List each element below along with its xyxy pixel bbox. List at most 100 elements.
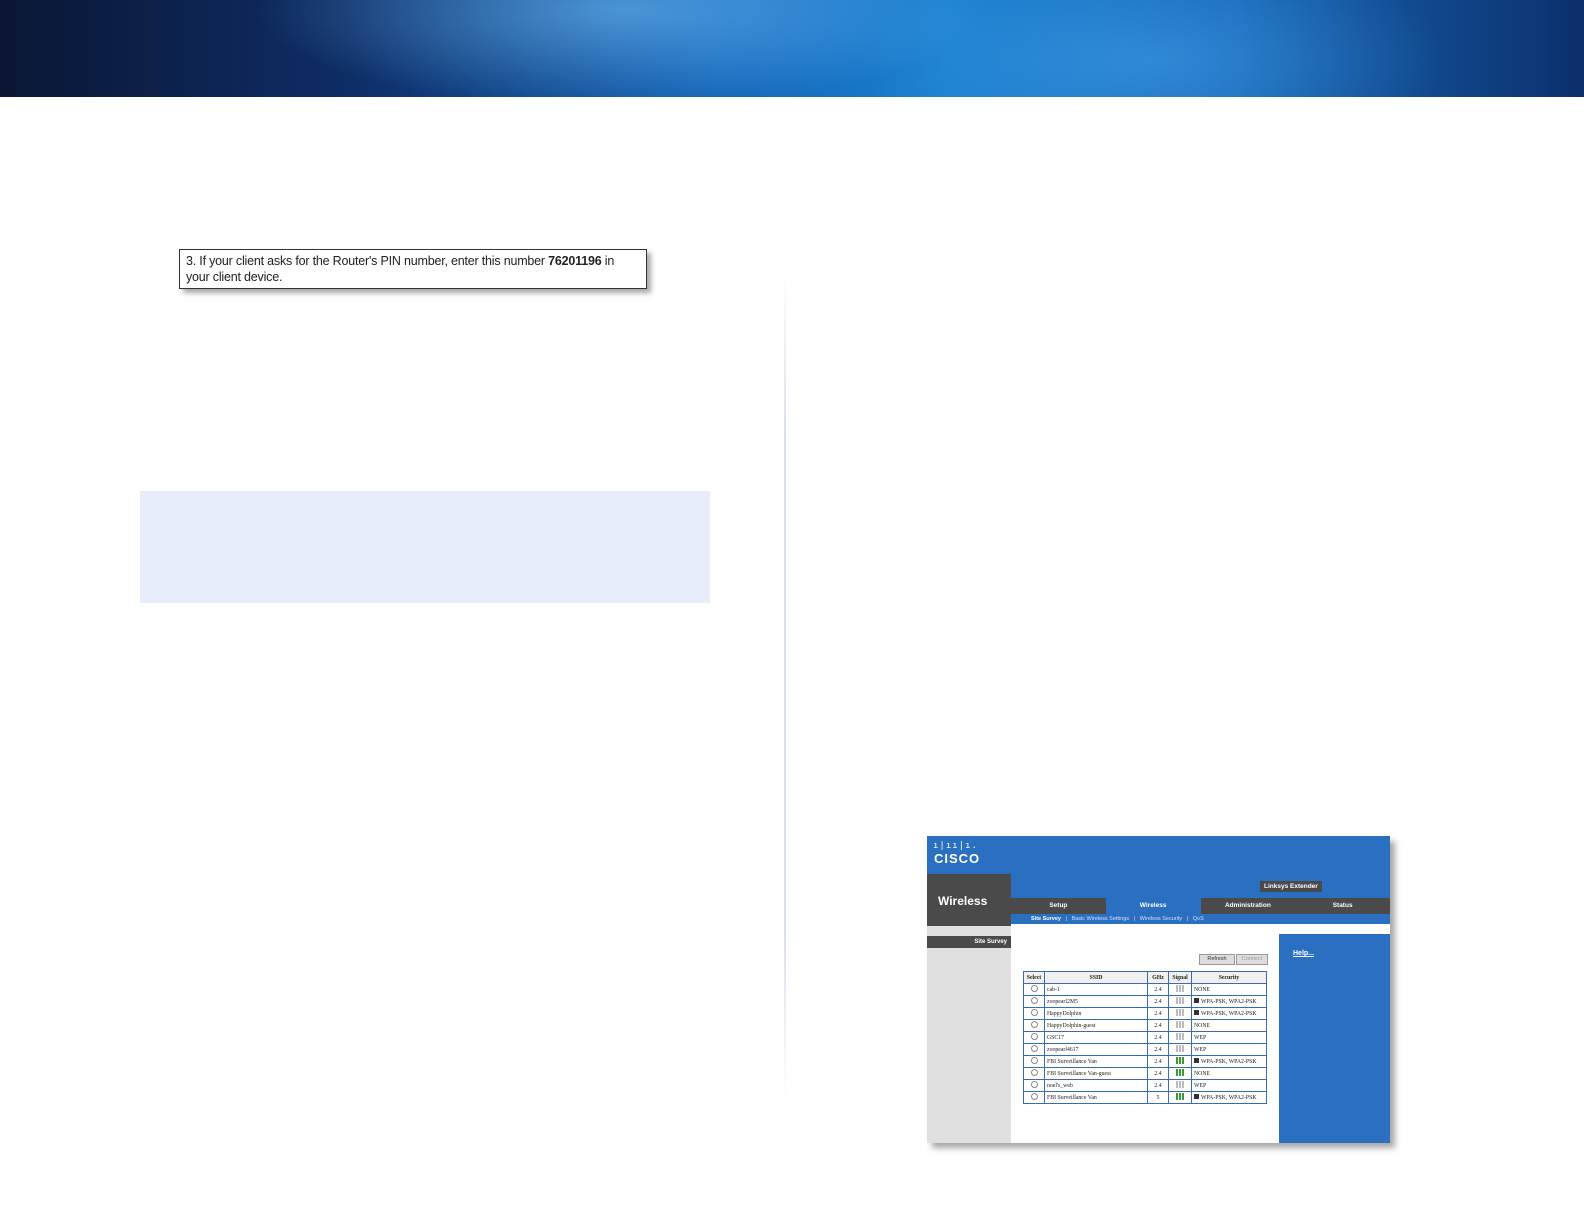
select-cell (1023, 995, 1045, 1008)
select-radio[interactable] (1030, 1045, 1038, 1052)
security-cell: NONE (1191, 1067, 1267, 1080)
select-radio[interactable] (1030, 1009, 1038, 1016)
security-label: WPA-PSK, WPA2-PSK (1201, 1011, 1257, 1017)
ssid-cell: HappyDolphin (1044, 1007, 1148, 1020)
pin-callout: 3. If your client asks for the Router's … (179, 249, 647, 289)
signal-strength-icon (1175, 1057, 1185, 1064)
refresh-button[interactable]: Refresh (1199, 954, 1235, 965)
cisco-logo: CISCO (934, 851, 981, 866)
site-survey-table: Select SSID GHz Signal Security cab-1 2.4… (1023, 971, 1267, 1104)
ghz-cell: 2.4 (1147, 1019, 1169, 1032)
security-label: NONE (1194, 1070, 1211, 1077)
section-title: Wireless (938, 894, 988, 908)
signal-strength-icon (1175, 1069, 1185, 1076)
signal-cell (1168, 983, 1192, 996)
signal-strength-icon (1175, 1045, 1185, 1052)
select-radio[interactable] (1030, 1033, 1038, 1040)
table-row[interactable]: HappyDolphin 2.4 WPA-PSK, WPA2-PSK (1023, 1007, 1267, 1020)
signal-cell (1168, 995, 1192, 1008)
security-label: NONE (1194, 1022, 1211, 1029)
table-row[interactable]: FBI Surveillance Van 5 WPA-PSK, WPA2-PSK (1023, 1091, 1267, 1104)
wps-icon (1194, 1094, 1199, 1099)
signal-strength-icon (1175, 1009, 1185, 1016)
security-label: WPA-PSK, WPA2-PSK (1201, 1095, 1257, 1101)
select-cell (1023, 1067, 1045, 1080)
security-cell: WEP (1191, 1079, 1267, 1092)
signal-cell (1168, 1019, 1192, 1032)
note-box (140, 491, 710, 603)
pin-callout-text-before: 3. If your client asks for the Router's … (186, 254, 549, 268)
table-header-row: Select SSID GHz Signal Security (1023, 971, 1267, 984)
select-cell (1023, 1055, 1045, 1068)
ghz-cell: 2.4 (1147, 1007, 1169, 1020)
subtab-site-survey[interactable]: Site Survey (1031, 916, 1061, 922)
table-row[interactable]: cab-1 2.4 NONE (1023, 983, 1267, 996)
security-cell: NONE (1191, 983, 1267, 996)
product-bar (1011, 874, 1390, 898)
product-name: Linksys Extender (1260, 881, 1322, 892)
security-label: WEP (1194, 1082, 1207, 1089)
security-cell: WEP (1191, 1031, 1267, 1044)
security-cell: WEP (1191, 1043, 1267, 1056)
select-cell (1023, 983, 1045, 996)
select-radio[interactable] (1030, 1093, 1038, 1100)
table-row[interactable]: zoopearl2M5 2.4 WPA-PSK, WPA2-PSK (1023, 995, 1267, 1008)
cisco-top-bar (927, 836, 1390, 874)
table-row[interactable]: FBI Surveillance Van 2.4 WPA-PSK, WPA2-PSK (1023, 1055, 1267, 1068)
select-cell (1023, 1019, 1045, 1032)
subtab-wireless-security[interactable]: Wireless Security (1140, 916, 1182, 922)
wps-icon (1194, 1010, 1199, 1015)
signal-cell (1168, 1055, 1192, 1068)
column-header-ssid: SSID (1044, 971, 1148, 984)
tab-setup[interactable]: Setup (1011, 898, 1106, 914)
ghz-cell: 2.4 (1147, 983, 1169, 996)
security-label: WEP (1194, 1046, 1207, 1053)
table-row[interactable]: HappyDolphin-guest 2.4 NONE (1023, 1019, 1267, 1032)
security-label: WPA-PSK, WPA2-PSK (1201, 1059, 1257, 1065)
select-radio[interactable] (1030, 997, 1038, 1004)
security-label: WEP (1194, 1034, 1207, 1041)
ssid-cell: zoopearl2M5 (1044, 995, 1148, 1008)
select-cell (1023, 1091, 1045, 1104)
subtab-qos[interactable]: QoS (1193, 916, 1204, 922)
ssid-cell: noel's_web (1044, 1079, 1148, 1092)
security-cell: WPA-PSK, WPA2-PSK (1191, 995, 1267, 1008)
table-row[interactable]: noel's_web 2.4 WEP (1023, 1079, 1267, 1092)
signal-cell (1168, 1067, 1192, 1080)
select-cell (1023, 1079, 1045, 1092)
sidebar-item-site-survey: Site Survey (927, 936, 1011, 948)
signal-strength-icon (1175, 1093, 1185, 1100)
security-cell: WPA-PSK, WPA2-PSK (1191, 1007, 1267, 1020)
tab-status[interactable]: Status (1295, 898, 1390, 914)
ghz-cell: 2.4 (1147, 1079, 1169, 1092)
select-cell (1023, 1043, 1045, 1056)
select-radio[interactable] (1030, 1021, 1038, 1028)
security-cell: WPA-PSK, WPA2-PSK (1191, 1055, 1267, 1068)
table-row[interactable]: zoopearl4617 2.4 WEP (1023, 1043, 1267, 1056)
subtab-basic-wireless-settings[interactable]: Basic Wireless Settings (1072, 916, 1129, 922)
ssid-cell: cab-1 (1044, 983, 1148, 996)
select-radio[interactable] (1030, 1057, 1038, 1064)
tab-administration[interactable]: Administration (1201, 898, 1296, 914)
table-row[interactable]: GSC17 2.4 WEP (1023, 1031, 1267, 1044)
header-banner (0, 0, 1584, 97)
column-header-signal: Signal (1168, 971, 1192, 984)
ghz-cell: 5 (1147, 1091, 1169, 1104)
ghz-cell: 2.4 (1147, 1067, 1169, 1080)
select-radio[interactable] (1030, 1081, 1038, 1088)
connect-button[interactable]: Connect (1236, 954, 1268, 965)
tab-wireless[interactable]: Wireless (1105, 898, 1201, 914)
signal-strength-icon (1175, 1033, 1185, 1040)
ssid-cell: zoopearl4617 (1044, 1043, 1148, 1056)
signal-strength-icon (1175, 985, 1185, 992)
ghz-cell: 2.4 (1147, 1043, 1169, 1056)
signal-cell (1168, 1031, 1192, 1044)
security-label: NONE (1194, 986, 1211, 993)
table-row[interactable]: FBI Surveillance Van-guest 2.4 NONE (1023, 1067, 1267, 1080)
help-panel (1279, 934, 1390, 1143)
left-column (927, 926, 1011, 1143)
select-radio[interactable] (1030, 985, 1038, 992)
ssid-cell: HappyDolphin-guest (1044, 1019, 1148, 1032)
help-link[interactable]: Help... (1293, 950, 1314, 957)
select-radio[interactable] (1030, 1069, 1038, 1076)
